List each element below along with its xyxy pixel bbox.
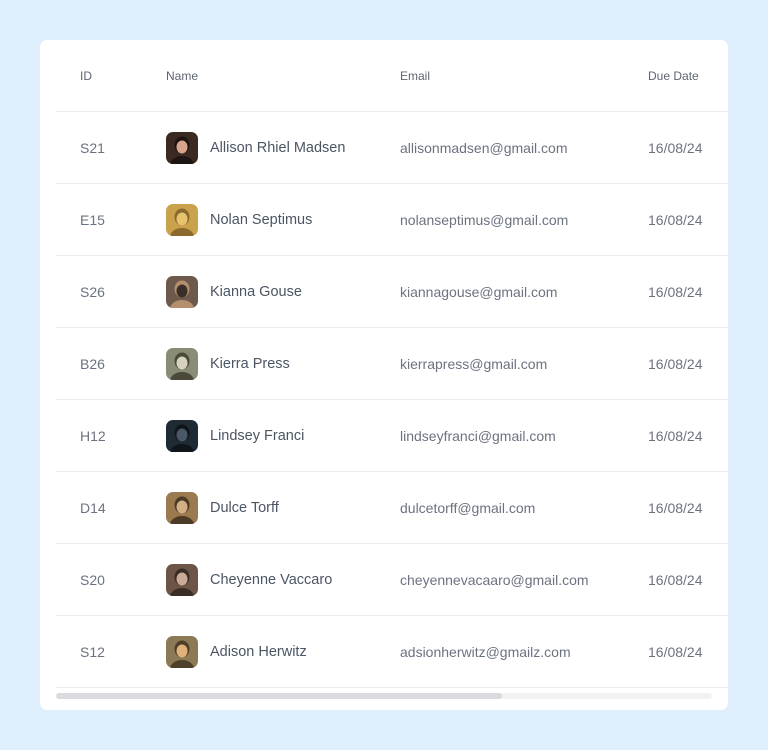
header-id[interactable]: ID: [80, 40, 92, 111]
table-row[interactable]: E15 Nolan Septimus nolanseptimus@gmail.com…: [56, 184, 728, 256]
header-due-date[interactable]: Due Date: [648, 40, 699, 111]
cell-id: B26: [80, 355, 105, 372]
table-viewport[interactable]: ID Name Email Due Date S21 Allison Rhiel …: [56, 40, 728, 688]
table-row[interactable]: S26 Kianna Gouse kiannagouse@gmail.com 16/0…: [56, 256, 728, 328]
cell-email[interactable]: kiannagouse@gmail.com: [400, 256, 557, 327]
cell-due-date: 16/08/24: [648, 643, 703, 660]
table-header-row: ID Name Email Due Date: [56, 40, 728, 112]
cell-id: E15: [80, 211, 105, 228]
cell-due-date: 16/08/24: [648, 355, 703, 372]
cell-id: S12: [80, 643, 105, 660]
person-name[interactable]: Kierra Press: [210, 356, 290, 372]
avatar: [166, 491, 198, 524]
cell-name: Lindsey Franci: [166, 400, 304, 471]
cell-name: Nolan Septimus: [166, 184, 312, 255]
cell-due-date: 16/08/24: [648, 211, 703, 228]
header-email[interactable]: Email: [400, 40, 430, 111]
cell-name: Allison Rhiel Madsen: [166, 112, 345, 183]
cell-due-date: 16/08/24: [648, 571, 703, 588]
scrollbar-thumb[interactable]: [56, 693, 502, 699]
cell-due-date: 16/08/24: [648, 427, 703, 444]
cell-name: Kianna Gouse: [166, 256, 302, 327]
cell-due-date: 16/08/24: [648, 139, 703, 156]
avatar: [166, 563, 198, 596]
cell-id: H12: [80, 427, 106, 444]
table-row[interactable]: S12 Adison Herwitz adsionherwitz@gmailz.co…: [56, 616, 728, 688]
data-table: ID Name Email Due Date S21 Allison Rhiel …: [56, 40, 728, 688]
avatar: [166, 419, 198, 452]
avatar: [166, 635, 198, 668]
header-name[interactable]: Name: [166, 40, 198, 111]
avatar: [166, 131, 198, 164]
table-row[interactable]: D14 Dulce Torff dulcetorff@gmail.com 16/08/…: [56, 472, 728, 544]
person-name[interactable]: Lindsey Franci: [210, 428, 304, 444]
cell-due-date: 16/08/24: [648, 283, 703, 300]
cell-name: Dulce Torff: [166, 472, 279, 543]
person-name[interactable]: Allison Rhiel Madsen: [210, 140, 345, 156]
table-card: ID Name Email Due Date S21 Allison Rhiel …: [40, 40, 728, 710]
person-name[interactable]: Cheyenne Vaccaro: [210, 572, 332, 588]
cell-due-date: 16/08/24: [648, 499, 703, 516]
cell-name: Kierra Press: [166, 328, 290, 399]
horizontal-scrollbar[interactable]: [56, 693, 712, 699]
cell-email[interactable]: dulcetorff@gmail.com: [400, 472, 535, 543]
cell-id: D14: [80, 499, 106, 516]
table-body: S21 Allison Rhiel Madsen allisonmadsen@gma…: [56, 112, 728, 688]
cell-name: Adison Herwitz: [166, 616, 307, 687]
avatar: [166, 347, 198, 380]
person-name[interactable]: Adison Herwitz: [210, 644, 307, 660]
cell-id: S26: [80, 283, 105, 300]
table-row[interactable]: S20 Cheyenne Vaccaro cheyennevacaaro@gmail…: [56, 544, 728, 616]
cell-email[interactable]: nolanseptimus@gmail.com: [400, 184, 568, 255]
avatar: [166, 203, 198, 236]
person-name[interactable]: Kianna Gouse: [210, 284, 302, 300]
cell-id: S21: [80, 139, 105, 156]
cell-email[interactable]: cheyennevacaaro@gmail.com: [400, 544, 589, 615]
cell-email[interactable]: adsionherwitz@gmailz.com: [400, 616, 571, 687]
avatar: [166, 275, 198, 308]
table-row[interactable]: B26 Kierra Press kierrapress@gmail.com 16/0…: [56, 328, 728, 400]
table-row[interactable]: S21 Allison Rhiel Madsen allisonmadsen@gma…: [56, 112, 728, 184]
person-name[interactable]: Dulce Torff: [210, 500, 279, 516]
cell-email[interactable]: kierrapress@gmail.com: [400, 328, 547, 399]
table-row[interactable]: H12 Lindsey Franci lindseyfranci@gmail.com…: [56, 400, 728, 472]
cell-email[interactable]: allisonmadsen@gmail.com: [400, 112, 568, 183]
cell-name: Cheyenne Vaccaro: [166, 544, 332, 615]
cell-id: S20: [80, 571, 105, 588]
person-name[interactable]: Nolan Septimus: [210, 212, 312, 228]
cell-email[interactable]: lindseyfranci@gmail.com: [400, 400, 556, 471]
